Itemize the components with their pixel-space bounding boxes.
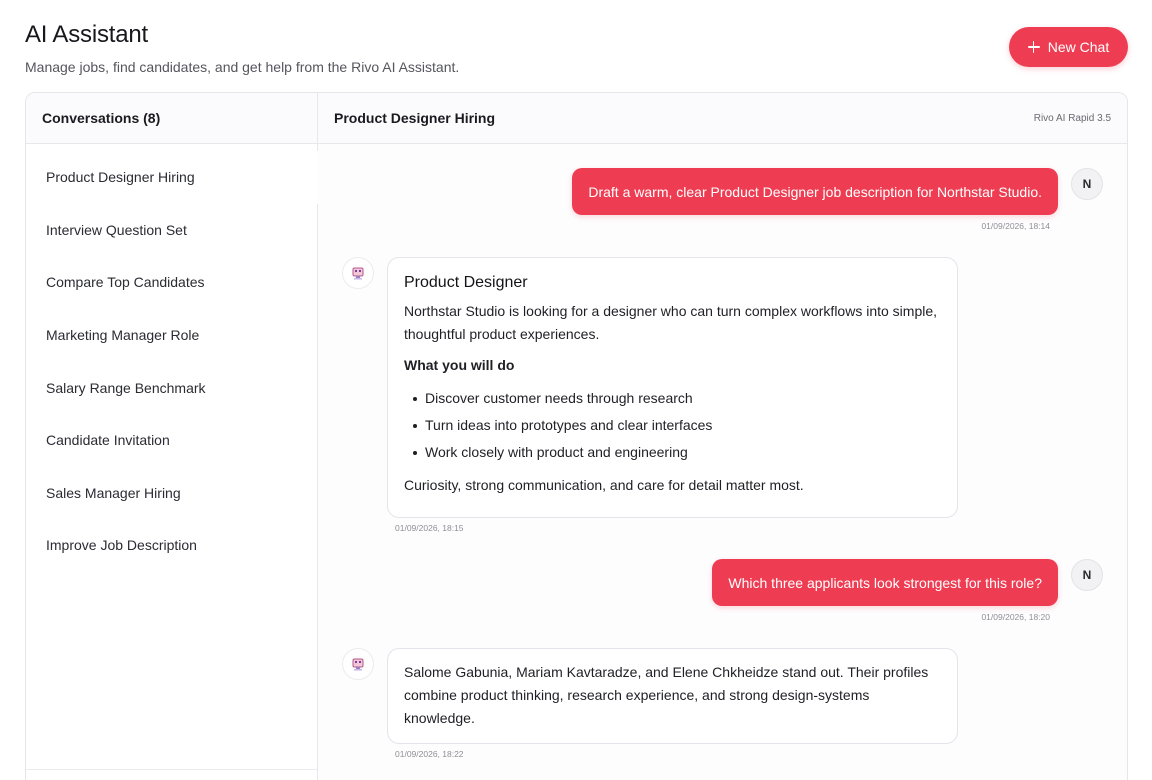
assistant-message-list: Discover customer needs through research… <box>404 385 941 466</box>
conversations-sidebar: Conversations (8) Product Designer Hirin… <box>26 93 319 780</box>
message-timestamp: 01/09/2026, 18:14 <box>981 221 1050 231</box>
message-timestamp: 01/09/2026, 18:22 <box>395 749 464 759</box>
list-item: Discover customer needs through research <box>404 385 941 412</box>
chat-header: Product Designer Hiring Rivo AI Rapid 3.… <box>318 93 1127 144</box>
user-message: Which three applicants look strongest fo… <box>712 559 1058 606</box>
conversation-list: Product Designer Hiring Interview Questi… <box>26 151 319 572</box>
chat-title: Product Designer Hiring <box>334 110 496 126</box>
plus-icon <box>1027 41 1040 53</box>
page-title: AI Assistant <box>25 21 148 48</box>
new-chat-button[interactable]: New Chat <box>1009 27 1128 67</box>
user-avatar: N <box>1071 168 1103 200</box>
page-header: AI Assistant Manage jobs, find candidate… <box>25 20 459 76</box>
conversation-item-compare-top-candidates[interactable]: Compare Top Candidates <box>26 256 317 309</box>
new-chat-label: New Chat <box>1047 39 1110 55</box>
message-timestamp: 01/09/2026, 18:20 <box>981 612 1050 622</box>
robot-icon <box>342 648 374 680</box>
conversation-item-product-designer-hiring[interactable]: Product Designer Hiring <box>26 151 319 204</box>
assistant-message-intro: Northstar Studio is looking for a design… <box>404 303 938 342</box>
assistant-panel: Conversations (8) Product Designer Hirin… <box>25 92 1128 780</box>
sidebar-divider <box>26 769 317 770</box>
assistant-message: Salome Gabunia, Mariam Kavtaradze, and E… <box>387 648 958 744</box>
conversation-item-marketing-manager-role[interactable]: Marketing Manager Role <box>26 309 317 362</box>
user-avatar: N <box>1071 559 1103 591</box>
assistant-message-section: What you will do <box>404 357 515 373</box>
conversation-item-candidate-invitation[interactable]: Candidate Invitation <box>26 414 317 467</box>
list-item: Work closely with product and engineerin… <box>404 439 941 466</box>
assistant-message: Product Designer Northstar Studio is loo… <box>387 257 958 518</box>
list-item: Turn ideas into prototypes and clear int… <box>404 412 941 439</box>
page-subtitle: Manage jobs, find candidates, and get he… <box>25 59 460 75</box>
message-timestamp: 01/09/2026, 18:15 <box>395 523 464 533</box>
conversation-item-sales-manager-hiring[interactable]: Sales Manager Hiring <box>26 467 317 520</box>
conversation-item-interview-question-set[interactable]: Interview Question Set <box>26 204 317 257</box>
conversation-item-salary-range-benchmark[interactable]: Salary Range Benchmark <box>26 361 317 414</box>
assistant-message-closing: Curiosity, strong communication, and car… <box>404 477 804 493</box>
chat-area: Product Designer Hiring Rivo AI Rapid 3.… <box>318 93 1127 780</box>
assistant-message-heading: Product Designer <box>404 274 528 291</box>
model-label: Rivo AI Rapid 3.5 <box>1033 112 1111 124</box>
conversations-header: Conversations (8) <box>26 93 317 144</box>
conversation-item-improve-job-description[interactable]: Improve Job Description <box>26 519 317 572</box>
user-message: Draft a warm, clear Product Designer job… <box>572 168 1058 215</box>
assistant-message-text: Salome Gabunia, Mariam Kavtaradze, and E… <box>404 664 929 726</box>
robot-icon <box>342 257 374 289</box>
